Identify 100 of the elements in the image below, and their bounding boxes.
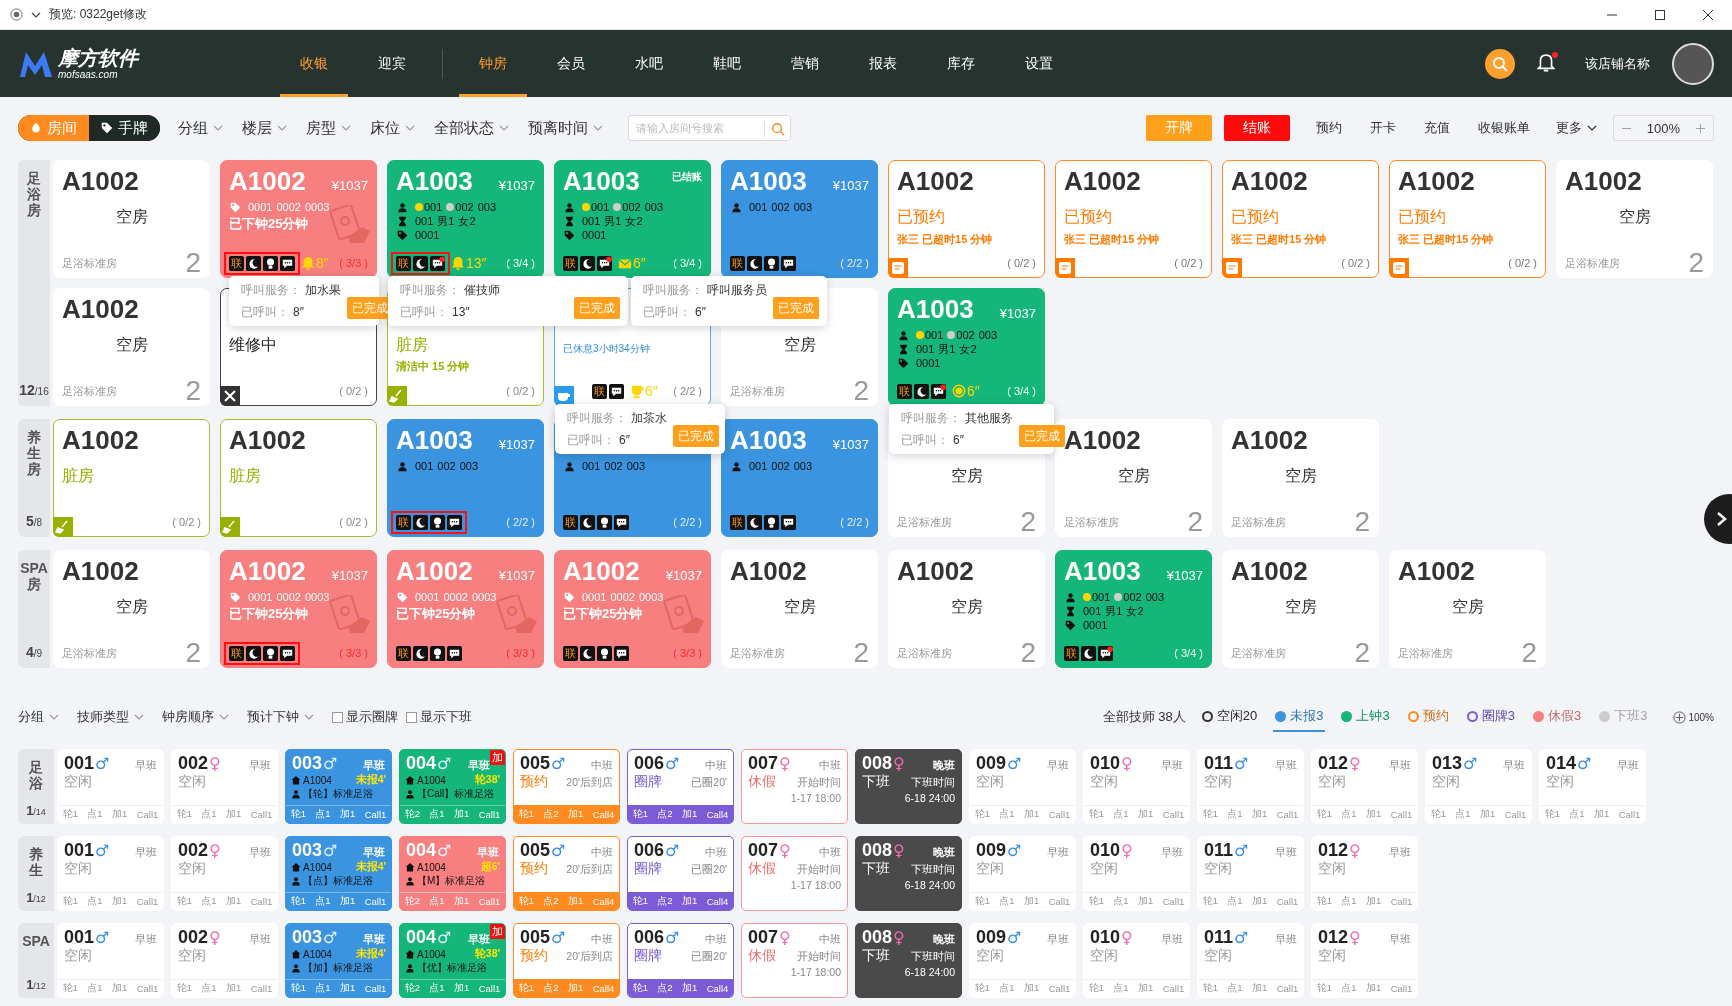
technician-card[interactable]: 003♂ 早班 A1004 未报4' 【点】标准足浴 轮1 点1 加1 Call1 — [285, 836, 392, 911]
technician-card[interactable]: 009♂ 早班 空闲 轮1 点1 加1 Call1 — [969, 923, 1076, 998]
room-card[interactable]: A1003 ¥1037 001 002 003 联 ( 2/2 ) — [721, 419, 878, 537]
room-card[interactable]: A1002 空房 足浴标准房 2 — [1556, 160, 1713, 278]
avatar[interactable] — [1672, 42, 1714, 85]
action-button[interactable]: 结账 — [1223, 115, 1290, 141]
nav-tab[interactable]: 营销 — [771, 30, 839, 97]
filter-dropdown[interactable]: 分组 — [18, 708, 59, 726]
status-filter-tab[interactable]: 圈牌3 — [1464, 702, 1517, 732]
room-card[interactable]: A1002 空房 足浴标准房 2 — [888, 550, 1045, 668]
more-menu[interactable]: 更多 — [1547, 115, 1605, 141]
nav-tab[interactable]: 鞋吧 — [693, 30, 761, 97]
room-card[interactable]: A1002 空房 足浴标准房 2 — [1222, 419, 1379, 537]
technician-card[interactable]: 011♂ 早班 空闲 轮1 点1 加1 Call1 — [1197, 923, 1304, 998]
action-button[interactable]: 开卡 — [1355, 115, 1410, 141]
technician-card[interactable]: 009♂ 早班 空闲 轮1 点1 加1 Call1 — [969, 836, 1076, 911]
filter-dropdown[interactable]: 楼层 — [242, 118, 287, 138]
technician-card[interactable]: 003♂ 早班 A1004 未报4' 【轮】标准足浴 轮1 点1 加1 Call1 — [285, 749, 392, 824]
room-card[interactable]: A1002 空房 足浴标准房 2 — [1389, 550, 1546, 668]
technician-card[interactable]: 011♂ 早班 空闲 轮1 点1 加1 Call1 — [1197, 749, 1304, 824]
room-card[interactable]: A1002 ¥1037 0001 0002 0003 已下钟25分钟 联 ( 3/3 ) — [554, 550, 711, 668]
room-card[interactable]: A1002 已预约 张三 已超时15 分钟 ( 0/2 ) — [1389, 160, 1546, 278]
technician-card[interactable]: 013♂ 早班 空闲 轮1 点1 加1 Call1 — [1425, 749, 1532, 824]
technician-card[interactable]: 010♀ 早班 空闲 轮1 点1 加1 Call1 — [1083, 836, 1190, 911]
status-filter-tab[interactable]: 未报3 — [1273, 702, 1326, 732]
filter-dropdown[interactable]: 预离时间 — [528, 118, 603, 138]
technician-card[interactable]: 004♂ 早班 加 A1004 轮38' 【优】标准足浴 轮2 点1 加1 Call1 — [399, 923, 506, 998]
status-filter-tab[interactable]: 上钟3 — [1339, 702, 1392, 732]
room-card[interactable]: A1002 ¥1037 0001 0002 0003 已下钟25分钟 联 ( 3/3 ) — [387, 550, 544, 668]
technician-card[interactable]: 008♀ 晚班 下班 下班时间 6-18 24:00 — [855, 749, 962, 824]
nav-tab[interactable]: 钟房 — [459, 30, 527, 97]
room-card[interactable]: A1002 空房 足浴标准房 2 — [53, 288, 210, 406]
technician-card[interactable]: 004♂ 早班 加 A1004 轮38' 【Call】标准足浴 轮2 点1 加1 Call1 — [399, 749, 506, 824]
technician-card[interactable]: 012♀ 早班 空闲 轮1 点1 加1 Call1 — [1311, 836, 1418, 911]
technician-card[interactable]: 006♂ 中班 圈牌 已圈20' 轮1 点2 加1 Call4 — [627, 749, 734, 824]
technician-card[interactable]: 001♂ 早班 空闲 轮1 点1 加1 Call1 — [57, 749, 164, 824]
filter-dropdown[interactable]: 预计下钟 — [247, 708, 314, 726]
technician-card[interactable]: 002♀ 早班 空闲 轮1 点1 加1 Call1 — [171, 749, 278, 824]
filter-dropdown[interactable]: 分组 — [178, 118, 223, 138]
room-card[interactable]: A1002 已预约 张三 已超时15 分钟 ( 0/2 ) — [1055, 160, 1212, 278]
technician-card[interactable]: 014♂ 早班 空闲 轮1 点1 加1 Call1 — [1539, 749, 1646, 824]
nav-tab[interactable]: 迎宾 — [358, 30, 426, 97]
technician-card[interactable]: 008♀ 晚班 下班 下班时间 6-18 24:00 — [855, 923, 962, 998]
technician-card[interactable]: 001♂ 早班 空闲 轮1 点1 加1 Call1 — [57, 923, 164, 998]
technician-card[interactable]: 007♀ 中班 休假 开始时间 1-17 18:00 — [741, 836, 848, 911]
technician-card[interactable]: 005♂ 中班 预约 20'后到店 轮1 点2 加1 Call4 — [513, 923, 620, 998]
status-filter-tab[interactable]: 休假3 — [1530, 702, 1584, 732]
technician-card[interactable]: 008♀ 晚班 下班 下班时间 6-18 24:00 — [855, 836, 962, 911]
room-card[interactable]: A1002 空房 足浴标准房 2 — [53, 550, 210, 668]
technician-card[interactable]: 002♀ 早班 空闲 轮1 点1 加1 Call1 — [171, 923, 278, 998]
room-card[interactable]: A1002 ¥1037 0001 0002 0003 已下钟25分钟 联 ( 3/3 ) — [220, 550, 377, 668]
room-card[interactable]: A1003 ¥1037 001 002 003 001 男1 女2 0001 联 ( 3/4 ) — [1055, 550, 1212, 668]
technician-card[interactable]: 006♂ 中班 圈牌 已圈20' 轮1 点2 加1 Call4 — [627, 836, 734, 911]
room-card[interactable]: A1002 脏房 ( 0/2 ) — [53, 419, 210, 537]
bell-icon[interactable] — [1537, 53, 1555, 74]
nav-tab[interactable]: 设置 — [1005, 30, 1073, 97]
zoom-icon[interactable] — [1673, 710, 1687, 724]
nav-tab[interactable]: 水吧 — [615, 30, 683, 97]
technician-card[interactable]: 005♂ 中班 预约 20'后到店 轮1 点2 加1 Call4 — [513, 836, 620, 911]
nav-tab[interactable]: 库存 — [927, 30, 995, 97]
room-card[interactable]: A1002 脏房 ( 0/2 ) — [220, 419, 377, 537]
room-card[interactable]: A1002 空房 足浴标准房 2 — [721, 550, 878, 668]
technician-card[interactable]: 003♂ 早班 A1004 未报4' 【加】标准足浴 轮1 点1 加1 Call1 — [285, 923, 392, 998]
nav-tab[interactable]: 报表 — [849, 30, 917, 97]
room-card[interactable]: A1002 空房 足浴标准房 2 — [1222, 550, 1379, 668]
filter-dropdown[interactable]: 全部状态 — [434, 118, 509, 138]
technician-card[interactable]: 012♀ 早班 空闲 轮1 点1 加1 Call1 — [1311, 923, 1418, 998]
room-card[interactable]: A1003 ¥1037 001 002 003 联 ( 2/2 ) — [721, 160, 878, 278]
technician-card[interactable]: 010♀ 早班 空闲 轮1 点1 加1 Call1 — [1083, 923, 1190, 998]
filter-dropdown[interactable]: 技师类型 — [77, 708, 144, 726]
technician-card[interactable]: 007♀ 中班 休假 开始时间 1-17 18:00 — [741, 749, 848, 824]
technician-card[interactable]: 010♀ 早班 空闲 轮1 点1 加1 Call1 — [1083, 749, 1190, 824]
search-button[interactable] — [1485, 48, 1515, 79]
technician-card[interactable]: 004♂ 早班 A1004 超6' 【M】标准足浴 轮2 点1 加1 Call1 — [399, 836, 506, 911]
room-card[interactable]: A1002 已预约 张三 已超时15 分钟 ( 0/2 ) — [888, 160, 1045, 278]
store-name[interactable]: 该店铺名称 — [1585, 54, 1650, 73]
close-icon[interactable] — [1702, 8, 1714, 21]
room-card[interactable]: A1002 空房 足浴标准房 2 — [53, 160, 210, 278]
room-card[interactable]: A1002 已预约 张三 已超时15 分钟 ( 0/2 ) — [1222, 160, 1379, 278]
maximize-icon[interactable] — [1654, 8, 1666, 21]
technician-card[interactable]: 005♂ 中班 预约 20'后到店 轮1 点2 加1 Call4 — [513, 749, 620, 824]
action-button[interactable]: 收银账单 — [1463, 115, 1544, 141]
technician-card[interactable]: 011♂ 早班 空闲 轮1 点1 加1 Call1 — [1197, 836, 1304, 911]
technician-card[interactable]: 001♂ 早班 空闲 轮1 点1 加1 Call1 — [57, 836, 164, 911]
technician-card[interactable]: 002♀ 早班 空闲 轮1 点1 加1 Call1 — [171, 836, 278, 911]
filter-dropdown[interactable]: 房型 — [306, 118, 351, 138]
room-card[interactable]: A1003 ¥1037 001 002 003 联 ( 2/2 ) — [387, 419, 544, 537]
nav-tab[interactable]: 收银 — [280, 30, 348, 97]
filter-dropdown[interactable]: 钟房顺序 — [162, 708, 229, 726]
checkbox[interactable] — [406, 711, 417, 723]
technician-card[interactable]: 012♀ 早班 空闲 轮1 点1 加1 Call1 — [1311, 749, 1418, 824]
technician-card[interactable]: 007♀ 中班 休假 开始时间 1-17 18:00 — [741, 923, 848, 998]
technician-card[interactable]: 009♂ 早班 空闲 轮1 点1 加1 Call1 — [969, 749, 1076, 824]
status-filter-tab[interactable]: 空闲20 — [1199, 702, 1260, 732]
action-button[interactable]: 预约 — [1301, 115, 1356, 141]
action-button[interactable]: 充值 — [1409, 115, 1464, 141]
checkbox[interactable] — [332, 711, 343, 723]
filter-dropdown[interactable]: 床位 — [370, 118, 415, 138]
technician-card[interactable]: 006♂ 中班 圈牌 已圈20' 轮1 点2 加1 Call4 — [627, 923, 734, 998]
nav-tab[interactable]: 会员 — [537, 30, 605, 97]
